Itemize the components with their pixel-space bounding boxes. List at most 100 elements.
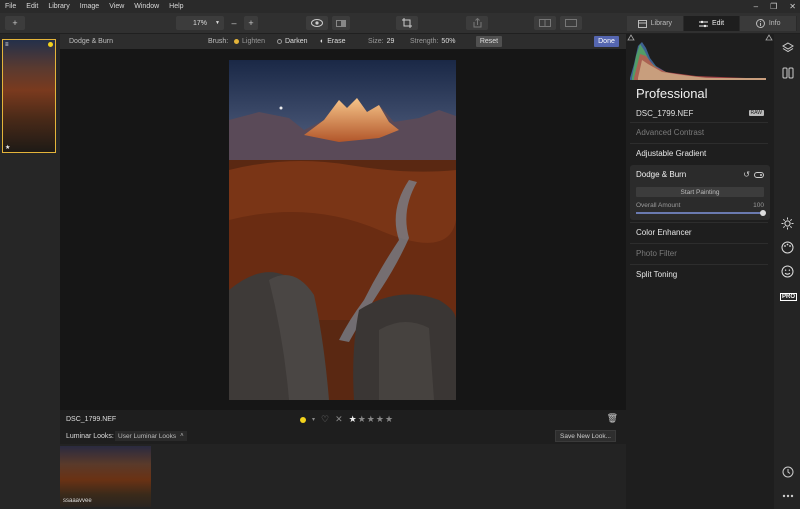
filter-advanced-contrast[interactable]: Advanced Contrast bbox=[630, 122, 768, 142]
filmstrip-thumbnail-selected[interactable]: ≡ ★ bbox=[2, 39, 56, 153]
pro-filters-button[interactable]: PRO bbox=[780, 293, 798, 301]
filter-photo-filter[interactable]: Photo Filter bbox=[630, 243, 768, 263]
filter-dodge-burn[interactable]: Dodge & Burn ↺ Start Painting Overall Am… bbox=[630, 165, 770, 220]
star-icon[interactable]: ★ bbox=[349, 414, 357, 425]
menu-library[interactable]: Library bbox=[43, 3, 74, 10]
library-icon bbox=[637, 19, 647, 28]
layers-icon[interactable] bbox=[781, 41, 794, 54]
filter-color-enhancer[interactable]: Color Enhancer bbox=[630, 222, 768, 242]
star-icon: ★ bbox=[5, 145, 11, 151]
sliders-icon bbox=[698, 20, 708, 27]
add-images-button[interactable]: + bbox=[5, 16, 25, 30]
overall-amount-value: 100 bbox=[753, 202, 764, 209]
tab-edit-label: Edit bbox=[711, 20, 725, 27]
filter-adjustable-gradient[interactable]: Adjustable Gradient bbox=[630, 143, 768, 163]
panel-tabs: Library Edit Info bbox=[627, 16, 798, 31]
reset-button[interactable]: Reset bbox=[476, 36, 502, 47]
filter-split-toning[interactable]: Split Toning bbox=[630, 264, 768, 284]
erase-option[interactable]: ◐ Erase bbox=[320, 38, 346, 45]
menu-file[interactable]: File bbox=[0, 3, 21, 10]
looks-strip: ssaaavvee bbox=[60, 444, 626, 509]
lighten-option[interactable]: Lighten bbox=[234, 38, 265, 45]
window-controls: – ❐ ✕ bbox=[754, 0, 796, 13]
more-options-icon[interactable] bbox=[781, 489, 794, 502]
menu-edit[interactable]: Edit bbox=[21, 3, 43, 10]
menu-window[interactable]: Window bbox=[129, 3, 164, 10]
erase-label: Erase bbox=[327, 38, 346, 45]
undo-icon[interactable]: ↺ bbox=[743, 170, 750, 179]
zoom-out-button[interactable]: – bbox=[228, 16, 240, 30]
visibility-toggle-icon[interactable] bbox=[754, 171, 764, 178]
filter-label: Color Enhancer bbox=[636, 228, 692, 237]
star-rating[interactable]: ★ ★ ★ ★ ★ bbox=[349, 414, 393, 425]
workspace-title[interactable]: Professional bbox=[636, 86, 708, 101]
portrait-face-icon[interactable] bbox=[781, 265, 794, 278]
rating-controls: ▾ ♡ ✕ ★ ★ ★ ★ ★ bbox=[300, 414, 393, 425]
darken-option[interactable]: Darken bbox=[277, 38, 308, 45]
close-button[interactable]: ✕ bbox=[789, 2, 796, 11]
trash-icon[interactable]: 🗑 bbox=[607, 413, 618, 424]
preview-eye-button[interactable] bbox=[306, 16, 328, 30]
tab-info[interactable]: Info bbox=[740, 16, 798, 31]
layout-split-icon bbox=[539, 19, 551, 27]
compare-icon bbox=[336, 19, 346, 27]
chevron-up-icon: ˄ bbox=[180, 433, 184, 439]
palette-icon[interactable] bbox=[781, 241, 794, 254]
landscape-photo-graphic bbox=[229, 60, 456, 400]
filters-panel: Professional DSC_1799.NEF RAW Advanced C… bbox=[626, 34, 774, 509]
eraser-icon: ◐ bbox=[320, 38, 325, 45]
fullscreen-view-button[interactable] bbox=[560, 16, 582, 30]
crop-icon bbox=[402, 18, 412, 28]
export-button[interactable] bbox=[466, 16, 488, 30]
filter-label: Dodge & Burn bbox=[636, 170, 687, 179]
star-icon[interactable]: ★ bbox=[367, 414, 375, 425]
filter-label: Photo Filter bbox=[636, 249, 677, 258]
chevron-down-icon: ▼ bbox=[215, 20, 220, 26]
star-icon[interactable]: ★ bbox=[358, 414, 366, 425]
image-filename: DSC_1799.NEF bbox=[66, 415, 117, 423]
menu-view[interactable]: View bbox=[104, 3, 129, 10]
single-view-button[interactable] bbox=[534, 16, 556, 30]
look-thumbnail[interactable]: ssaaavvee bbox=[60, 446, 151, 507]
slider-handle[interactable] bbox=[760, 210, 766, 216]
share-icon bbox=[473, 18, 481, 28]
sun-icon[interactable] bbox=[781, 217, 794, 230]
dodge-burn-title: Dodge & Burn bbox=[69, 38, 113, 45]
image-info-bar: DSC_1799.NEF ▾ ♡ ✕ ★ ★ ★ ★ ★ 🗑 bbox=[60, 410, 626, 428]
compare-button[interactable] bbox=[332, 16, 350, 30]
restore-button[interactable]: ❐ bbox=[770, 2, 777, 11]
looks-selected-value: User Luminar Looks bbox=[118, 432, 177, 440]
heart-icon[interactable]: ♡ bbox=[321, 414, 329, 425]
looks-bar: Luminar Looks: User Luminar Looks ˄ Save… bbox=[60, 428, 626, 444]
menu-help[interactable]: Help bbox=[164, 3, 188, 10]
menu-image[interactable]: Image bbox=[75, 3, 104, 10]
star-icon[interactable]: ★ bbox=[376, 414, 384, 425]
edited-icon: ≡ bbox=[5, 42, 9, 48]
filter-label: Advanced Contrast bbox=[636, 128, 705, 137]
start-painting-button[interactable]: Start Painting bbox=[636, 187, 764, 197]
done-button[interactable]: Done bbox=[594, 36, 619, 47]
crop-button[interactable] bbox=[396, 16, 418, 30]
tab-library[interactable]: Library bbox=[627, 16, 684, 31]
looks-category-select[interactable]: User Luminar Looks ˄ bbox=[115, 431, 187, 441]
save-new-look-button[interactable]: Save New Look... bbox=[555, 430, 616, 442]
brush-size[interactable]: Size: 29 bbox=[368, 38, 394, 45]
zoom-select[interactable]: 17% ▼ bbox=[176, 16, 224, 30]
size-value: 29 bbox=[386, 38, 395, 45]
minimize-button[interactable]: – bbox=[754, 2, 758, 11]
star-icon[interactable]: ★ bbox=[385, 414, 393, 425]
overall-amount-slider[interactable] bbox=[636, 210, 766, 216]
tab-info-label: Info bbox=[768, 20, 781, 27]
histogram bbox=[626, 34, 774, 82]
history-panels-icon[interactable] bbox=[781, 66, 794, 79]
lighten-label: Lighten bbox=[242, 38, 265, 45]
brush-strength[interactable]: Strength: 50% bbox=[410, 38, 455, 45]
zoom-in-button[interactable]: + bbox=[244, 16, 258, 30]
main-photo[interactable] bbox=[229, 60, 456, 400]
strength-label: Strength: bbox=[410, 38, 439, 45]
color-label-button[interactable] bbox=[300, 416, 306, 423]
tab-library-label: Library bbox=[650, 20, 673, 27]
history-clock-icon[interactable] bbox=[781, 465, 794, 478]
reject-icon[interactable]: ✕ bbox=[335, 414, 343, 425]
tab-edit[interactable]: Edit bbox=[683, 16, 741, 31]
